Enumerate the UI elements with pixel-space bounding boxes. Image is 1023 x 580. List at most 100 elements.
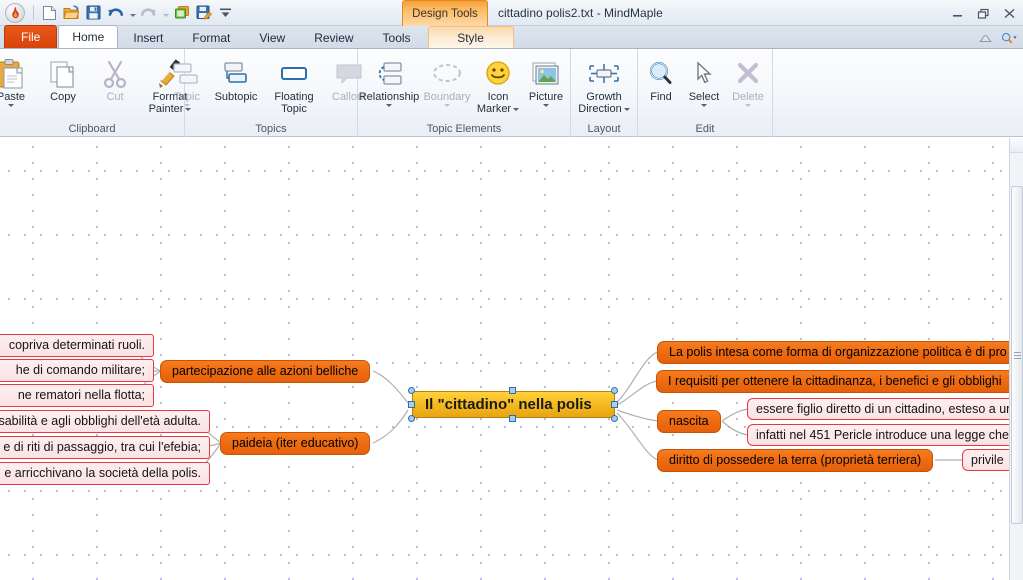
relationship-dropdown-icon[interactable] [386,104,392,107]
scroll-up-arrow-icon[interactable] [1010,138,1023,153]
list-item[interactable]: infatti nel 451 Pericle introduce una le… [747,424,1009,446]
qat-separator [33,5,34,20]
group-label-layout: Layout [587,123,621,135]
list-item[interactable]: paideia (iter educativo) [220,432,371,455]
redo-dropdown-icon[interactable] [160,3,171,23]
tab-file[interactable]: File [4,25,58,48]
selection-handle-bl[interactable] [408,415,415,422]
growth-direction-dropdown-icon[interactable] [623,107,630,111]
picture-icon [531,57,561,91]
boundary-label: Boundary [423,91,471,103]
find-label: Find [650,91,672,103]
copy-button[interactable]: Copy [37,53,89,104]
cut-button: Cut [89,53,141,104]
undo-icon[interactable] [105,3,126,23]
tab-style[interactable]: Style [427,26,514,48]
new-icon[interactable] [39,3,60,23]
ribbon-group-edit: Find Select Delete Edit [638,49,773,137]
growth-direction-icon [587,57,621,91]
central-topic[interactable]: Il "cittadino" nella polis [412,391,615,418]
selection-handle-mr[interactable] [611,401,618,408]
selection-handle-tm[interactable] [509,387,516,394]
list-item[interactable]: e arricchivano la società della polis. [0,462,210,485]
list-item[interactable]: partecipazione alle azioni belliche [160,360,371,383]
list-item[interactable]: I requisiti per ottenere la cittadinanza… [656,370,1009,393]
selection-handle-ml[interactable] [408,401,415,408]
selection-handle-br[interactable] [611,415,618,422]
subtopic-label: Subtopic [214,91,258,103]
list-item[interactable]: essere figlio diretto di un cittadino, e… [747,398,1009,420]
floating-topic-button[interactable]: Floating Topic [265,53,323,116]
minimize-button[interactable] [950,6,965,21]
close-button[interactable] [1002,6,1017,21]
tab-insert[interactable]: Insert [119,26,177,48]
picture-dropdown-icon[interactable] [543,104,549,107]
ribbon-right-tools [977,30,1017,46]
mindmaple-window: Design Tools cittadino polis2.txt - Mind… [0,0,1023,580]
growth-direction-button[interactable]: Growth Direction [574,53,634,116]
restore-button[interactable] [976,6,991,21]
growth-direction-label: Growth Direction [575,91,633,115]
picture-button[interactable]: Picture [522,53,570,108]
boundary-button: Boundary [420,53,474,108]
picture-label: Picture [528,91,564,103]
topic-label: Topic [174,91,200,103]
topic-button: Topic [167,53,207,108]
selection-handle-tl[interactable] [408,387,415,394]
group-label-topics: Topics [255,123,287,135]
icon-marker-dropdown-icon[interactable] [513,107,520,111]
list-item[interactable]: La polis intesa come forma di organizzaz… [657,341,1009,364]
list-item[interactable]: nascita [657,410,721,433]
list-item[interactable]: ne rematori nella flotta; [0,384,154,407]
select-button[interactable]: Select [682,53,726,108]
subtopic-button[interactable]: Subtopic [207,53,265,104]
window-controls [950,0,1017,26]
icon-marker-button[interactable]: Icon Marker [474,53,522,116]
relationship-button[interactable]: Relationship [358,53,420,108]
ribbon-group-topic-elements: Relationship Boundary Icon Marker Pictur… [358,49,571,137]
list-item[interactable]: copriva determinati ruoli. [0,334,154,357]
undo-dropdown-icon[interactable] [127,3,138,23]
relationship-label: Relationship [358,91,420,103]
redo-icon[interactable] [138,3,159,23]
mindmap-canvas[interactable]: copriva determinati ruoli. he di comando… [0,138,1009,580]
customize-qat-icon[interactable] [215,3,236,23]
save-icon[interactable] [83,3,104,23]
scrollbar-thumb[interactable] [1011,186,1023,524]
selection-handle-tr[interactable] [611,387,618,394]
paste-button[interactable]: Paste [0,53,37,108]
help-icon[interactable] [977,30,993,46]
copy-window-icon[interactable] [171,3,192,23]
list-item[interactable]: sabilità e agli obblighi dell'età adulta… [0,410,210,433]
cut-label: Cut [106,91,124,103]
tab-review[interactable]: Review [300,26,367,48]
contextual-tab-label: Design Tools [412,7,478,20]
paste-label: Paste [0,91,26,103]
vertical-scrollbar[interactable] [1009,138,1023,580]
list-item[interactable]: e di riti di passaggio, tra cui l'efebia… [0,436,210,459]
boundary-icon [430,57,464,91]
tab-format[interactable]: Format [178,26,244,48]
open-icon[interactable] [61,3,82,23]
search-icon[interactable] [1001,30,1017,46]
select-dropdown-icon[interactable] [701,104,707,107]
contextual-tab-design-tools[interactable]: Design Tools [402,0,488,26]
group-label-edit: Edit [695,123,715,135]
list-item[interactable]: privile [962,449,1009,471]
list-item[interactable]: he di comando militare; [0,359,154,382]
tab-tools[interactable]: Tools [369,26,425,48]
icon-marker-icon [484,57,512,91]
window-title: cittadino polis2.txt - MindMaple [498,6,663,20]
select-icon [691,57,717,91]
tab-home[interactable]: Home [58,25,119,48]
selection-handle-bm[interactable] [509,415,516,422]
app-menu-button[interactable] [5,2,25,23]
save-as-icon[interactable] [193,3,214,23]
list-item[interactable]: diritto di possedere la terra (proprietà… [657,449,934,472]
tab-view[interactable]: View [245,26,299,48]
find-button[interactable]: Find [640,53,682,104]
icon-marker-label: Icon Marker [475,91,521,115]
delete-label: Delete [732,91,764,103]
paste-dropdown-icon[interactable] [8,104,14,107]
title-bar: Design Tools cittadino polis2.txt - Mind… [0,0,1023,26]
